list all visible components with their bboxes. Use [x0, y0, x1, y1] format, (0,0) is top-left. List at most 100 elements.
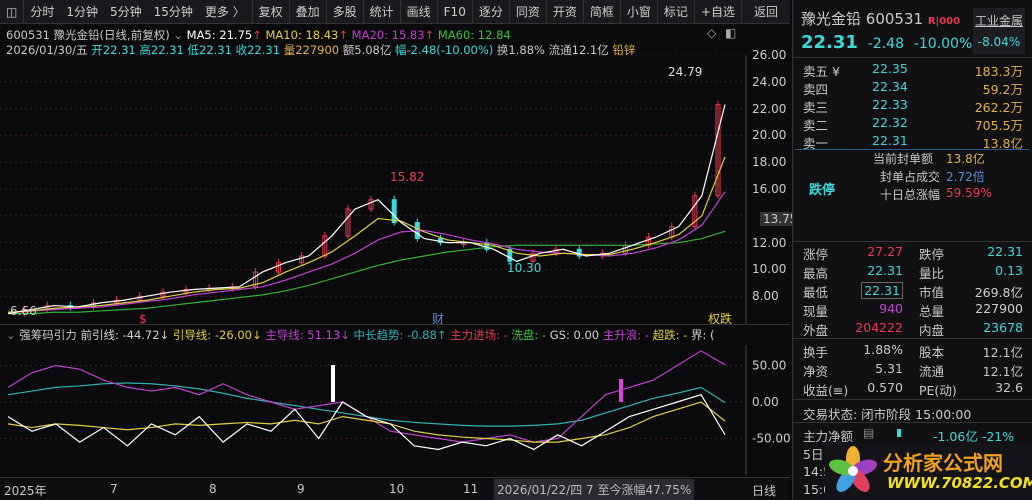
price-tick: 24.00	[752, 74, 787, 89]
btn-overlay[interactable]: 叠加	[288, 0, 326, 24]
stat-value: 27.27	[867, 244, 903, 259]
price-tick: 8.00	[752, 289, 779, 304]
stat-label: 总量	[919, 304, 945, 319]
period-5min[interactable]: 5分钟	[104, 0, 148, 24]
flow-bar	[897, 429, 901, 437]
stat-row: 涨停 27.27 跌停 22.31	[797, 244, 1027, 263]
btn-jiankuang[interactable]: 简框	[582, 0, 620, 24]
stat-label: 换手	[803, 345, 829, 360]
btn-draw[interactable]: 画线	[399, 0, 437, 24]
list-icon[interactable]: ▤	[863, 426, 874, 440]
period-label[interactable]: 日线	[752, 482, 776, 499]
ask-row[interactable]: 卖三 22.33 262.2万	[797, 97, 1027, 116]
stat-label: 股本	[919, 345, 945, 360]
ask-level: 卖四	[803, 82, 829, 97]
ma20-line	[7, 191, 726, 313]
period-1min[interactable]: 1分钟	[60, 0, 104, 24]
ask-price: 22.32	[872, 115, 908, 130]
ask-level: 卖五 ¥	[803, 64, 840, 79]
ask-volume: 183.3万	[974, 64, 1023, 79]
stat-row: 净资 5.31 流通 12.1亿	[797, 361, 1027, 380]
toolbar: ◫ 分时 1分钟 5分钟 15分钟 更多 〉 复权 叠加 多股 统计 画线 F1…	[0, 0, 790, 24]
watermark-logo: 分析家公式网 WWW.70822.COM	[825, 442, 1032, 500]
zljc-value: 主力进场: -	[450, 328, 508, 342]
zcqs-value: 中长趋势: -0.88↑	[353, 328, 447, 342]
xp-value: 洗盘: -	[511, 328, 547, 342]
ten-day-value: 59.59%	[946, 186, 992, 200]
price-tick: 16.00	[752, 182, 787, 196]
stat-value: 22.31	[867, 263, 903, 278]
ask-row[interactable]: 卖二 22.32 705.5万	[797, 115, 1027, 134]
stat-row: 换手 1.88% 股本 12.1亿	[797, 342, 1027, 361]
flower-logo-icon	[829, 446, 877, 493]
ind-tick: -50.00	[752, 432, 791, 446]
start-annotation: 6.66	[10, 304, 37, 318]
btn-multi[interactable]: 多股	[325, 0, 363, 24]
x-label: 7	[110, 482, 118, 496]
ma60-label: MA60: 12.84	[437, 28, 511, 42]
btn-tongzi[interactable]: 同资	[508, 0, 546, 24]
panel-toggle-icon[interactable]: ◧	[725, 26, 736, 40]
btn-back[interactable]: 返回	[740, 0, 790, 24]
rights-tag: 权跌	[708, 311, 732, 325]
stat-row: 最高 22.31 量比 0.13	[797, 263, 1027, 282]
period-15min[interactable]: 15分钟	[148, 0, 199, 24]
ask-price: 22.31	[872, 133, 908, 148]
sector-box[interactable]: 工业金属 -8.04%	[973, 8, 1025, 54]
stat-value: 1.88%	[863, 342, 903, 357]
ask-level: 卖三	[803, 100, 829, 115]
ask-level: 卖二	[803, 118, 829, 133]
stat-value: 12.1亿	[982, 364, 1023, 379]
sector-name[interactable]: 工业金属	[973, 12, 1025, 29]
btn-mark[interactable]: 标记	[656, 0, 694, 24]
indicator-chart[interactable]: 50.00 0.00 -50.00	[0, 345, 792, 475]
stat-label: 市值	[919, 285, 945, 300]
x-label: 2025年	[4, 484, 47, 498]
ask-row[interactable]: 卖四 22.34 59.2万	[797, 79, 1027, 98]
dropdown-icon[interactable]: ⌄	[173, 28, 183, 42]
gs-value: GS: 0.00	[549, 328, 600, 342]
stat-label: 最高	[803, 266, 829, 281]
stat-label: 内盘	[919, 323, 945, 338]
price-chart[interactable]: 15.8210.3024.796.66$ 财权跌	[0, 55, 792, 325]
btn-small-window[interactable]: 小窗	[619, 0, 657, 24]
layout-toggle-icon[interactable]: ◫	[0, 0, 23, 24]
diamond-icon[interactable]: ◇	[707, 26, 716, 40]
logo-url: WWW.70822.COM	[887, 474, 1032, 492]
stat-value: 23678	[983, 320, 1023, 335]
ask-volume: 262.2万	[974, 100, 1023, 115]
seal-amt: 13.8亿	[946, 152, 985, 166]
x-label: 9	[297, 482, 305, 496]
cd-value: 超跌: -	[652, 328, 688, 342]
stat-value: 22.31	[861, 282, 903, 299]
limit-status: 跌停	[809, 183, 836, 198]
btn-stats[interactable]: 统计	[362, 0, 400, 24]
btn-kaizi[interactable]: 开资	[545, 0, 583, 24]
btn-add-watch[interactable]: +自选	[693, 0, 741, 24]
chart-title-line: 600531 豫光金铅(日线,前复权) ⌄ MA5: 21.75↑ MA10: …	[6, 28, 511, 42]
btn-fuquan[interactable]: 复权	[251, 0, 289, 24]
price-tick: 20.00	[752, 128, 787, 143]
price-tick: 22.00	[752, 101, 787, 116]
ind-cyan-line	[7, 382, 726, 427]
indicator-dropdown-icon[interactable]: ⌄	[6, 328, 16, 342]
btn-f10[interactable]: F10	[436, 0, 472, 24]
qyx-value: 前引线: -44.72↓	[80, 328, 170, 342]
stat-label: 流通	[919, 364, 945, 379]
rights-badge: R|000	[927, 16, 961, 27]
sector-pct: -8.04%	[977, 35, 1021, 49]
ten-day-label: 十日总涨幅	[880, 188, 941, 202]
period-more[interactable]: 更多 〉	[199, 0, 251, 24]
stat-value: 204222	[855, 320, 903, 335]
ma10-label: MA10: 18.43	[265, 28, 339, 42]
period-分时[interactable]: 分时	[23, 0, 60, 24]
btn-zhufen[interactable]: 逐分	[471, 0, 509, 24]
cursor-date-label: 2026/01/22/四 7 至今涨幅47.75%	[494, 479, 695, 500]
candle	[391, 199, 397, 224]
quote-panel: 豫光金铅 600531 R|000 22.31 -2.48 -10.00% 工业…	[792, 0, 1032, 500]
stat-row: 现量 940 总量 227900	[797, 301, 1027, 320]
stat-value: 0.13	[995, 263, 1023, 278]
stat-label: 外盘	[803, 323, 829, 338]
ask-row[interactable]: 卖五 ¥ 22.35 183.3万	[797, 61, 1027, 80]
stat-label: 收益(≡)	[803, 383, 849, 398]
